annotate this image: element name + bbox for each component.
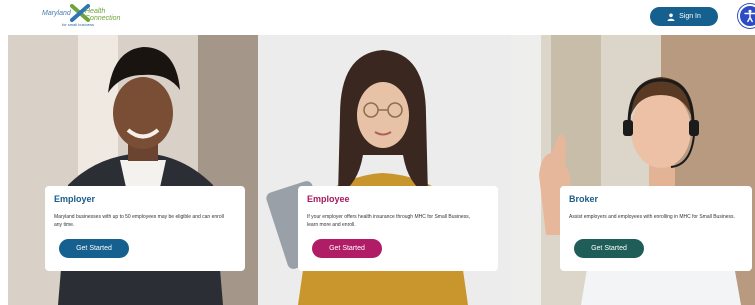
sign-in-button[interactable]: Sign In — [650, 7, 718, 26]
mhc-logo[interactable]: Maryland Health Connection for small bus… — [42, 3, 122, 29]
sign-in-label: Sign In — [679, 13, 701, 20]
employer-card: Employer Maryland businesses with up to … — [45, 186, 245, 271]
broker-card: Broker Assist employers and employees wi… — [560, 186, 752, 271]
logo-line1: Maryland — [42, 10, 71, 17]
employee-text: If your employer offers health insurance… — [307, 214, 471, 228]
employee-card: Employee If your employer offers health … — [298, 186, 498, 271]
broker-text: Assist employers and employees with enro… — [569, 214, 735, 220]
accessibility-button[interactable] — [738, 4, 755, 28]
logo-line2: Health Connection — [85, 8, 121, 22]
employer-get-started-button[interactable]: Get Started — [59, 239, 129, 258]
broker-get-started-button[interactable]: Get Started — [574, 239, 644, 258]
broker-title: Broker — [569, 194, 599, 204]
logo-sub: for small business — [62, 22, 95, 27]
employer-title: Employer — [54, 194, 96, 204]
employee-title: Employee — [307, 194, 350, 204]
employee-get-started-button[interactable]: Get Started — [312, 239, 382, 258]
employer-text: Maryland businesses with up to 50 employ… — [54, 214, 224, 228]
user-icon — [667, 13, 675, 21]
accessibility-icon — [744, 9, 755, 23]
site-header: Maryland Health Connection for small bus… — [0, 0, 755, 35]
